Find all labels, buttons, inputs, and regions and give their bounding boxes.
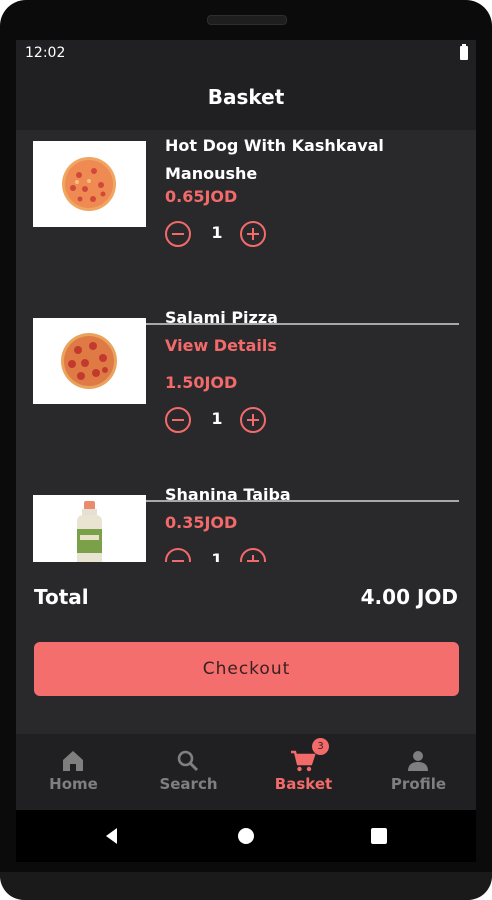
total-value: 4.00 JOD	[360, 585, 458, 609]
increase-quantity-button[interactable]	[240, 407, 266, 433]
app-screen: 12:02 Basket Hot Dog With Kashkaval Mano…	[16, 40, 476, 862]
profile-icon	[405, 748, 431, 774]
increase-quantity-button[interactable]	[240, 548, 266, 562]
recents-square-icon[interactable]	[368, 825, 390, 847]
status-time: 12:02	[25, 45, 66, 61]
device-frame: 12:02 Basket Hot Dog With Kashkaval Mano…	[0, 0, 492, 900]
system-navigation-bar	[16, 810, 476, 862]
decrease-quantity-button[interactable]	[165, 548, 191, 562]
decrease-quantity-button[interactable]	[165, 407, 191, 433]
back-icon[interactable]	[101, 825, 123, 847]
increase-quantity-button[interactable]	[240, 221, 266, 247]
device-bottom-edge	[0, 872, 492, 900]
nav-item-basket[interactable]: 3 Basket	[246, 734, 361, 810]
decrease-quantity-button[interactable]	[165, 221, 191, 247]
item-quantity: 1	[211, 409, 223, 428]
nav-label: Home	[49, 775, 98, 793]
total-label: Total	[34, 585, 89, 609]
pizza-image	[33, 318, 146, 404]
app-bar: Basket	[16, 68, 476, 130]
item-price: 1.50JOD	[165, 373, 238, 392]
item-price: 0.35JOD	[165, 513, 238, 532]
item-name: Salami Pizza	[165, 308, 278, 327]
home-circle-icon[interactable]	[235, 825, 257, 847]
basket-item: Shanina Taiba 0.35JOD 1	[16, 482, 476, 562]
item-quantity: 1	[211, 550, 223, 562]
search-icon	[175, 748, 201, 774]
basket-item: Salami Pizza View Details 1.50JOD 1	[16, 305, 476, 482]
pizza-image	[33, 141, 146, 227]
minus-icon	[172, 560, 184, 562]
minus-icon	[172, 233, 184, 235]
basket-item-list[interactable]: Hot Dog With Kashkaval Manoushe 0.65JOD …	[16, 130, 476, 562]
item-name: Hot Dog With Kashkaval Manoushe	[165, 136, 384, 183]
view-details-link[interactable]: View Details	[165, 336, 277, 355]
home-icon	[60, 748, 86, 774]
item-quantity: 1	[211, 223, 223, 242]
nav-label: Profile	[390, 775, 447, 793]
nav-item-search[interactable]: Search	[131, 734, 246, 810]
bottom-nav: Home Search 3 Basket Profile	[16, 734, 476, 810]
cart-icon	[290, 748, 316, 774]
nav-label: Basket	[274, 775, 333, 793]
speaker-grille	[207, 15, 287, 25]
basket-count-badge: 3	[312, 738, 329, 755]
item-name: Shanina Taiba	[165, 485, 291, 504]
page-title: Basket	[207, 85, 285, 109]
nav-label: Search	[159, 775, 218, 793]
battery-icon	[460, 44, 468, 60]
checkout-button[interactable]: Checkout	[34, 642, 459, 696]
drink-bottle-image	[33, 495, 146, 562]
item-price: 0.65JOD	[165, 187, 238, 206]
minus-icon	[172, 419, 184, 421]
basket-item: Hot Dog With Kashkaval Manoushe 0.65JOD …	[16, 130, 476, 295]
nav-item-home[interactable]: Home	[16, 734, 131, 810]
status-bar: 12:02	[16, 40, 476, 68]
nav-item-profile[interactable]: Profile	[361, 734, 476, 810]
